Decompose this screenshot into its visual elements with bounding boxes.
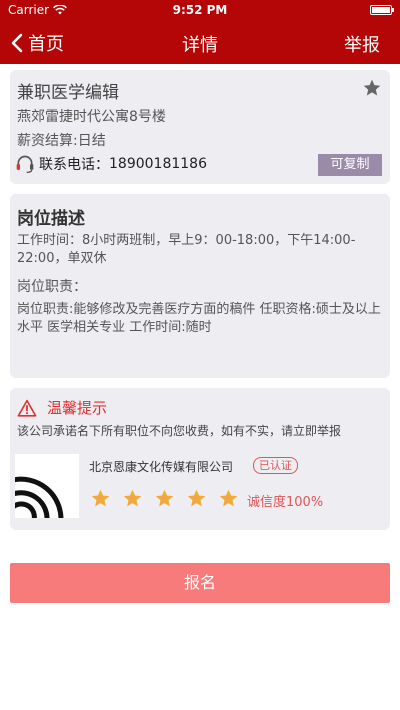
tips-header: 温馨提示 [17, 397, 107, 418]
job-description-card: 岗位描述 工作时间：8小时两班制，早上9：00-18:00，下午14:00-22… [10, 194, 390, 378]
work-time-text: 工作时间：8小时两班制，早上9：00-18:00，下午14:00-22:00，单… [17, 233, 356, 266]
job-info-card: 兼职医学编辑 燕郊雷捷时代公寓8号楼 薪资结算:日结 联系电话： 1890018… [10, 70, 390, 184]
phone-label: 联系电话： [39, 157, 109, 173]
duty-text: 岗位职责:能够修改及完善医疗方面的稿件 任职资格:硕士及以上水平 医学相关专业 … [17, 302, 381, 335]
copy-button[interactable]: 可复制 [318, 154, 382, 176]
headset-icon [16, 155, 34, 173]
rating-star-icon [187, 489, 206, 507]
job-address: 燕郊雷捷时代公寓8号楼 [17, 109, 166, 125]
rating-star-icon [123, 489, 142, 507]
battery-icon [370, 5, 394, 15]
clock: 9:52 PM [172, 3, 228, 17]
company-name: 北京恩康文化传媒有限公司 [89, 460, 234, 474]
rating-star-icon [91, 489, 110, 507]
signup-button[interactable]: 报名 [10, 563, 390, 603]
tips-text: 该公司承诺名下所有职位不向您收费，如有不实，请立即举报 [17, 424, 342, 438]
rating-star-icon [219, 489, 238, 507]
report-button[interactable]: 举报 [344, 31, 380, 57]
tips-title: 温馨提示 [47, 399, 108, 417]
salary-settlement: 薪资结算:日结 [17, 133, 106, 149]
tips-card: 温馨提示 该公司承诺名下所有职位不向您收费，如有不实，请立即举报 北京恩康文化传… [10, 388, 390, 530]
duty-label: 岗位职责： [17, 279, 87, 295]
credit-stars [90, 488, 239, 509]
signal-logo-icon [15, 476, 64, 518]
section-title: 岗位描述 [17, 209, 85, 229]
warning-icon [17, 399, 37, 417]
status-bar: Carrier 9:52 PM [0, 0, 400, 20]
nav-bar: 首页 详情 举报 [0, 20, 400, 64]
job-title: 兼职医学编辑 [17, 83, 119, 103]
favorite-star-icon[interactable] [362, 78, 382, 98]
page-title: 详情 [182, 35, 218, 56]
company-logo [15, 454, 79, 518]
credit-score: 诚信度100% [247, 495, 324, 510]
verified-badge: 已认证 [253, 457, 298, 474]
contact-phone-row: 联系电话： 18900181186 [15, 154, 207, 174]
rating-star-icon [155, 489, 174, 507]
phone-number[interactable]: 18900181186 [109, 156, 207, 172]
